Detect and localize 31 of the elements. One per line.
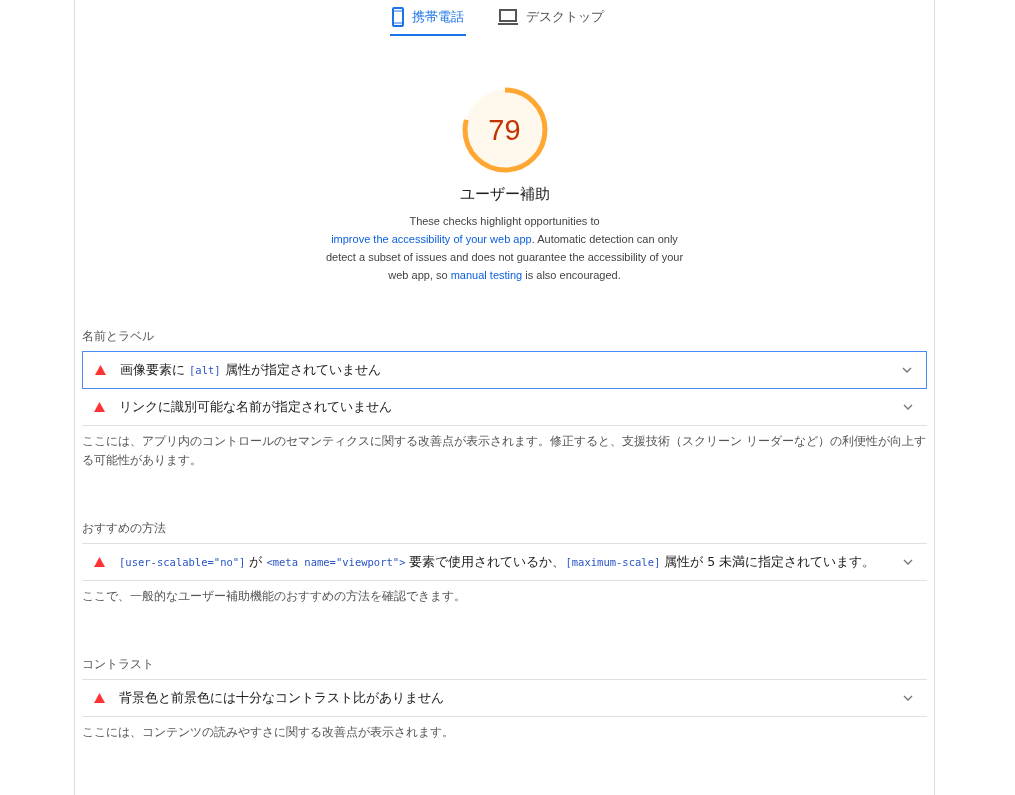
chevron-down-icon [903,559,913,565]
audit-row[interactable]: 画像要素に [alt] 属性が指定されていません [82,351,927,389]
warning-triangle-icon [95,365,106,375]
group-heading: 名前とラベル [82,328,155,345]
device-tab[interactable]: デスクトップ [495,5,606,36]
chevron-down-icon [903,404,913,410]
warning-triangle-icon [94,557,105,567]
device-tab[interactable]: 携帯電話 [389,5,466,36]
audit-title: [user-scalable="no"] が <meta name="viewport"> 要素で使用されているか、[maximum-scale] 属性が 5 未満に指定されています。 [119,553,877,571]
group-description: ここには、コンテンツの読みやすさに関する改善点が表示されます。 [82,724,455,741]
laptop-icon [497,9,518,25]
group-description: ここには、アプリ内のコントロールのセマンティクスに関する改善点が表示されます。修正すると、支援技術（スクリーン リーダーなど）の利便性が向上する可能性があります。 [82,433,927,469]
category-description: These checks highlight opportunities to improve the accessibility of your web app. Automatic detection can only detect a subset of issues and does not guarantee the accessibility of your web app, so manual testing is also encouraged. [324,214,685,283]
audit-title: 背景色と前景色には十分なコントラスト比がありません [119,689,445,707]
group-description: ここで、一般的なユーザー補助機能のおすすめの方法を確認できます。 [82,588,467,605]
audit-title: リンクに識別可能な名前が指定されていません [119,398,393,416]
audit-row[interactable]: [user-scalable="no"] が <meta name="viewport"> 要素で使用されているか、[maximum-scale] 属性が 5 未満に指定されています。 [82,543,927,581]
group-heading: おすすめの方法 [82,520,167,537]
warning-triangle-icon [94,693,105,703]
category-title: ユーザー補助 [458,185,551,204]
group-heading: コントラスト [82,656,155,673]
chevron-down-icon [903,695,913,701]
score-value: 79 [488,115,521,145]
audit-title: 画像要素に [alt] 属性が指定されていません [120,361,382,379]
phone-icon [391,7,404,27]
description-link[interactable]: manual testing [450,269,523,281]
audit-row[interactable]: リンクに識別可能な名前が指定されていません [82,389,927,426]
chevron-down-icon [902,367,912,373]
warning-triangle-icon [94,402,105,412]
description-link[interactable]: improve the accessibility of your web app [331,233,532,245]
audit-row[interactable]: 背景色と前景色には十分なコントラスト比がありません [82,679,927,717]
